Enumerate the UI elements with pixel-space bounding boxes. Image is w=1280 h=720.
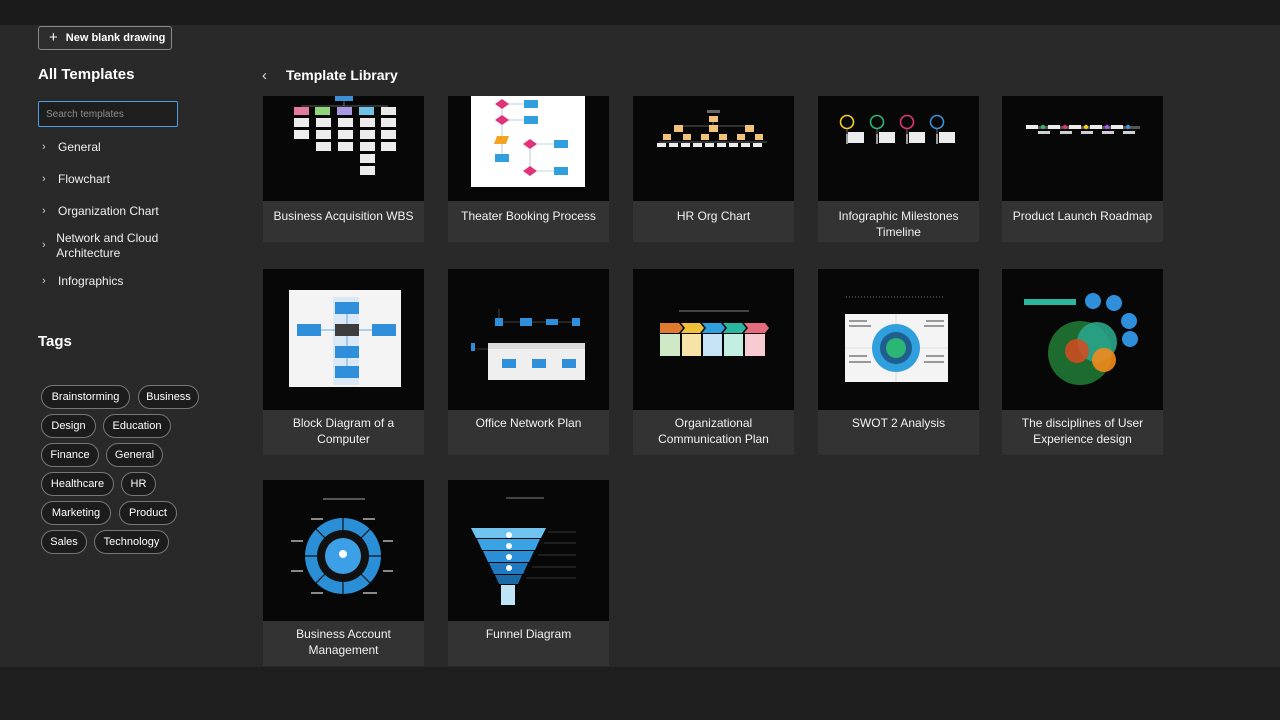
tag-general[interactable]: General xyxy=(106,443,163,467)
template-title: HR Org Chart xyxy=(676,209,751,223)
plus-icon: + xyxy=(49,28,58,46)
tag-brainstorming[interactable]: Brainstorming xyxy=(41,385,130,409)
template-card-ux-disciplines[interactable]: The disciplines of User Experience desig… xyxy=(1002,269,1163,455)
chevron-right-icon: › xyxy=(42,173,46,185)
category-network-cloud[interactable]: › Network and Cloud Architecture xyxy=(42,231,182,261)
tag-marketing[interactable]: Marketing xyxy=(41,501,111,525)
template-card-business-acquisition-wbs[interactable]: Business Acquisition WBS xyxy=(263,96,424,242)
template-title: SWOT 2 Analysis xyxy=(851,416,946,430)
category-label: Organization Chart xyxy=(58,204,159,218)
chevron-right-icon: › xyxy=(42,205,46,217)
thumbnail-comm-plan xyxy=(633,269,794,410)
template-card-product-launch-roadmap[interactable]: Product Launch Roadmap xyxy=(1002,96,1163,242)
category-label: Infographics xyxy=(58,274,124,288)
template-title: Business Acquisition WBS xyxy=(273,209,414,223)
template-card-business-account-management[interactable]: Business Account Management xyxy=(263,480,424,666)
thumbnail-swot xyxy=(818,269,979,410)
chevron-right-icon: › xyxy=(42,141,46,153)
template-gallery: + New blank drawing All Templates › Gene… xyxy=(0,25,1280,667)
tag-technology[interactable]: Technology xyxy=(94,530,169,554)
tag-product[interactable]: Product xyxy=(119,501,177,525)
template-card-office-network-plan[interactable]: Office Network Plan xyxy=(448,269,609,455)
category-label: Network and Cloud Architecture xyxy=(56,231,159,260)
template-title: Product Launch Roadmap xyxy=(1012,209,1153,223)
thumbnail-roadmap xyxy=(1002,96,1163,201)
template-title: Block Diagram of a Computer xyxy=(292,416,395,446)
template-title: Business Account Management xyxy=(296,627,391,657)
search-templates-input[interactable] xyxy=(38,101,178,127)
tag-finance[interactable]: Finance xyxy=(41,443,99,467)
category-general[interactable]: › General xyxy=(42,140,101,155)
tag-hr[interactable]: HR xyxy=(121,472,156,496)
title-bar xyxy=(0,0,1280,25)
tag-education[interactable]: Education xyxy=(103,414,171,438)
back-chevron-icon[interactable]: ‹ xyxy=(262,67,267,84)
chevron-right-icon: › xyxy=(42,275,46,287)
thumbnail-network xyxy=(448,269,609,410)
thumbnail-account-wheel xyxy=(263,480,424,621)
template-card-communication-plan[interactable]: Organizational Communication Plan xyxy=(633,269,794,455)
thumbnail-funnel xyxy=(448,480,609,621)
category-label: Flowchart xyxy=(58,172,111,186)
template-card-swot-analysis[interactable]: SWOT 2 Analysis xyxy=(818,269,979,455)
category-flowchart[interactable]: › Flowchart xyxy=(42,172,110,187)
tags-heading: Tags xyxy=(38,333,72,350)
tag-design[interactable]: Design xyxy=(41,414,96,438)
thumbnail-ux-venn xyxy=(1002,269,1163,410)
thumbnail-org-chart xyxy=(633,96,794,201)
thumbnail-wbs xyxy=(263,96,424,201)
chevron-right-icon: › xyxy=(42,239,46,251)
tag-healthcare[interactable]: Healthcare xyxy=(41,472,114,496)
status-area xyxy=(0,667,1280,720)
template-card-theater-booking[interactable]: Theater Booking Process xyxy=(448,96,609,242)
new-blank-drawing-button[interactable]: + New blank drawing xyxy=(38,26,172,50)
tag-sales[interactable]: Sales xyxy=(41,530,87,554)
all-templates-heading: All Templates xyxy=(38,66,135,83)
thumbnail-flowchart xyxy=(448,96,609,201)
tag-business[interactable]: Business xyxy=(138,385,199,409)
category-organization-chart[interactable]: › Organization Chart xyxy=(42,204,159,219)
template-title: Office Network Plan xyxy=(475,416,582,430)
template-card-block-diagram-computer[interactable]: Block Diagram of a Computer xyxy=(263,269,424,455)
template-card-funnel-diagram[interactable]: Funnel Diagram xyxy=(448,480,609,666)
category-infographics[interactable]: › Infographics xyxy=(42,274,123,289)
template-card-hr-org-chart[interactable]: HR Org Chart xyxy=(633,96,794,242)
template-title: Theater Booking Process xyxy=(461,209,596,223)
category-label: General xyxy=(58,140,101,154)
template-title: Funnel Diagram xyxy=(485,627,572,641)
template-title: The disciplines of User Experience desig… xyxy=(1021,416,1144,446)
template-card-milestones-timeline[interactable]: Infographic Milestones Timeline xyxy=(818,96,979,242)
template-title: Organizational Communication Plan xyxy=(658,416,769,446)
template-title: Infographic Milestones Timeline xyxy=(838,209,959,239)
new-blank-drawing-label: New blank drawing xyxy=(65,32,166,44)
thumbnail-block-diagram xyxy=(263,269,424,410)
thumbnail-timeline xyxy=(818,96,979,201)
template-library-title: Template Library xyxy=(286,67,398,83)
